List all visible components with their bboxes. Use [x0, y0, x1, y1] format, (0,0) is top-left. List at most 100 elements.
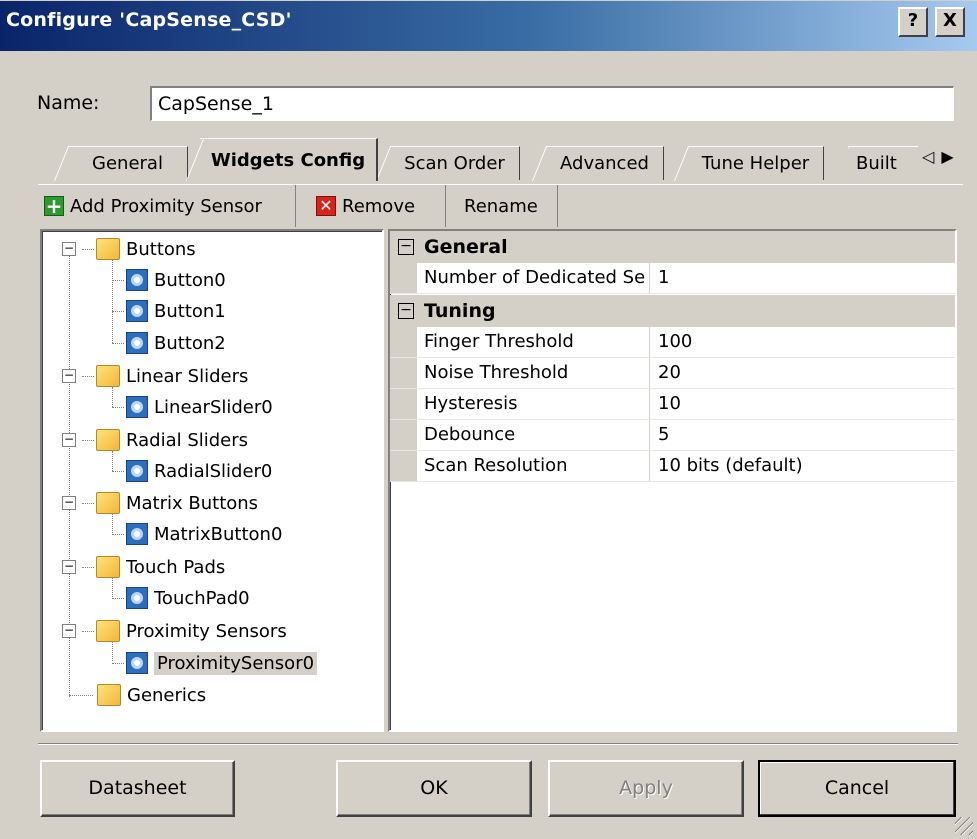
prop-name: Finger Threshold: [417, 327, 650, 357]
tab-label: Widgets Config: [210, 150, 366, 171]
datasheet-button[interactable]: Datasheet: [40, 760, 235, 817]
tree-item[interactable]: TouchPad0: [112, 584, 250, 612]
collapse-icon[interactable]: −: [398, 239, 414, 255]
tab-tune-helper[interactable]: Tune Helper: [674, 146, 824, 181]
scroll-left-icon[interactable]: ◁: [922, 147, 934, 166]
tree-group-generics[interactable]: Generics: [69, 681, 206, 709]
tree-item[interactable]: Button0: [112, 266, 226, 294]
tab-widgets-config[interactable]: Widgets Config: [186, 138, 378, 181]
tree-item-label: Button1: [154, 300, 226, 322]
resize-grip-icon[interactable]: [955, 817, 973, 835]
collapse-icon[interactable]: −: [62, 369, 76, 383]
prop-value[interactable]: 20: [650, 358, 689, 388]
tree-item-label: Button2: [154, 332, 226, 354]
tree-item-label: TouchPad0: [154, 587, 250, 609]
prop-value[interactable]: 5: [650, 420, 677, 450]
prop-name: Debounce: [417, 420, 650, 450]
tree-group-label: Buttons: [126, 238, 196, 260]
tree-item-label: RadialSlider0: [154, 460, 273, 482]
tree-item-label: Button0: [154, 269, 226, 291]
tree-item-label: LinearSlider0: [154, 396, 273, 418]
widget-gear-icon: [126, 300, 148, 322]
title-bar[interactable]: Configure 'CapSense_CSD' ? X: [0, 1, 977, 51]
prop-value[interactable]: 10 bits (default): [650, 451, 811, 481]
add-label: Add Proximity Sensor: [70, 195, 262, 217]
prop-row[interactable]: Noise Threshold 20: [390, 358, 955, 389]
collapse-icon[interactable]: −: [62, 433, 76, 447]
collapse-icon[interactable]: −: [62, 242, 76, 256]
tree-item[interactable]: Button2: [112, 329, 226, 357]
tree-item-label: MatrixButton0: [154, 523, 283, 545]
collapse-icon[interactable]: −: [398, 303, 414, 319]
add-proximity-sensor-button[interactable]: + Add Proximity Sensor: [38, 185, 296, 227]
widgets-toolbar: + Add Proximity Sensor ✕ Remove Rename: [38, 184, 963, 228]
add-icon: +: [44, 194, 64, 218]
prop-value[interactable]: 10: [650, 389, 689, 419]
tree-item[interactable]: Button1: [112, 297, 226, 325]
configure-dialog: Configure 'CapSense_CSD' ? X Name: CapSe…: [0, 0, 977, 839]
scroll-right-icon[interactable]: ▶: [941, 147, 953, 166]
tab-scan-order[interactable]: Scan Order: [376, 146, 520, 181]
prop-row[interactable]: Scan Resolution 10 bits (default): [390, 451, 955, 482]
tree-item[interactable]: MatrixButton0: [112, 520, 282, 548]
folder-icon: [97, 684, 121, 706]
prop-name: Number of Dedicated Se: [417, 263, 650, 293]
close-button[interactable]: X: [935, 7, 965, 37]
apply-button[interactable]: Apply: [548, 760, 744, 817]
collapse-icon[interactable]: −: [62, 624, 76, 638]
tree-item[interactable]: LinearSlider0: [112, 393, 273, 421]
name-input[interactable]: CapSense_1: [150, 86, 954, 121]
widget-gear-icon: [126, 269, 148, 291]
tree-item[interactable]: RadialSlider0: [112, 457, 272, 485]
prop-category-general[interactable]: − General: [390, 231, 955, 263]
tree-group-touch-pads[interactable]: − Touch Pads: [62, 553, 225, 581]
prop-value[interactable]: 1: [650, 263, 677, 293]
tab-built[interactable]: Built: [848, 146, 918, 180]
tree-group-label: Generics: [127, 684, 207, 706]
tab-label: Scan Order: [404, 153, 505, 174]
tree-group-proximity-sensors[interactable]: − Proximity Sensors: [62, 617, 287, 645]
help-button[interactable]: ?: [898, 7, 928, 37]
widget-gear-icon: [126, 523, 148, 545]
prop-category-tuning[interactable]: − Tuning: [390, 295, 955, 327]
prop-row[interactable]: Hysteresis 10: [390, 389, 955, 420]
folder-icon: [96, 365, 120, 387]
rename-button[interactable]: Rename: [454, 185, 558, 227]
rename-label: Rename: [464, 195, 538, 217]
tree-group-label: Radial Sliders: [126, 429, 249, 451]
tab-label: Advanced: [560, 153, 649, 174]
tab-strip: General Widgets Config Scan Order Advanc…: [40, 138, 970, 181]
prop-row[interactable]: Finger Threshold 100: [390, 327, 955, 358]
collapse-icon[interactable]: −: [62, 560, 76, 574]
prop-row[interactable]: Debounce 5: [390, 420, 955, 451]
prop-value[interactable]: 100: [650, 327, 700, 357]
tab-advanced[interactable]: Advanced: [532, 146, 664, 181]
tree-group-linear-sliders[interactable]: − Linear Sliders: [62, 362, 248, 390]
property-grid[interactable]: − General Number of Dedicated Se 1 − Tun…: [388, 229, 957, 732]
folder-icon: [96, 238, 120, 260]
tree-item-label: ProximitySensor0: [154, 651, 318, 675]
ok-button[interactable]: OK: [336, 760, 532, 817]
tree-group-matrix-buttons[interactable]: − Matrix Buttons: [62, 489, 258, 517]
tree-group-label: Touch Pads: [126, 556, 226, 578]
prop-row[interactable]: Number of Dedicated Se 1: [390, 263, 955, 294]
category-label: General: [424, 236, 508, 258]
tab-label: Tune Helper: [701, 153, 810, 174]
widget-gear-icon: [126, 587, 148, 609]
tree-group-label: Proximity Sensors: [126, 620, 287, 642]
widget-gear-icon: [126, 332, 148, 354]
widget-tree[interactable]: − Buttons Button0 Button1 Button2 − Line…: [40, 229, 384, 732]
tree-group-radial-sliders[interactable]: − Radial Sliders: [62, 426, 248, 454]
folder-icon: [96, 620, 120, 642]
remove-icon: ✕: [316, 196, 336, 216]
tab-general[interactable]: General: [54, 146, 188, 181]
name-label: Name:: [37, 92, 100, 114]
tree-item-selected[interactable]: ProximitySensor0: [112, 649, 318, 677]
cancel-button[interactable]: Cancel: [758, 760, 956, 817]
folder-icon: [96, 429, 120, 451]
remove-button[interactable]: ✕ Remove: [310, 185, 446, 227]
widget-gear-icon: [126, 396, 148, 418]
collapse-icon[interactable]: −: [62, 496, 76, 510]
tree-group-buttons[interactable]: − Buttons: [62, 235, 196, 263]
category-label: Tuning: [424, 300, 496, 322]
